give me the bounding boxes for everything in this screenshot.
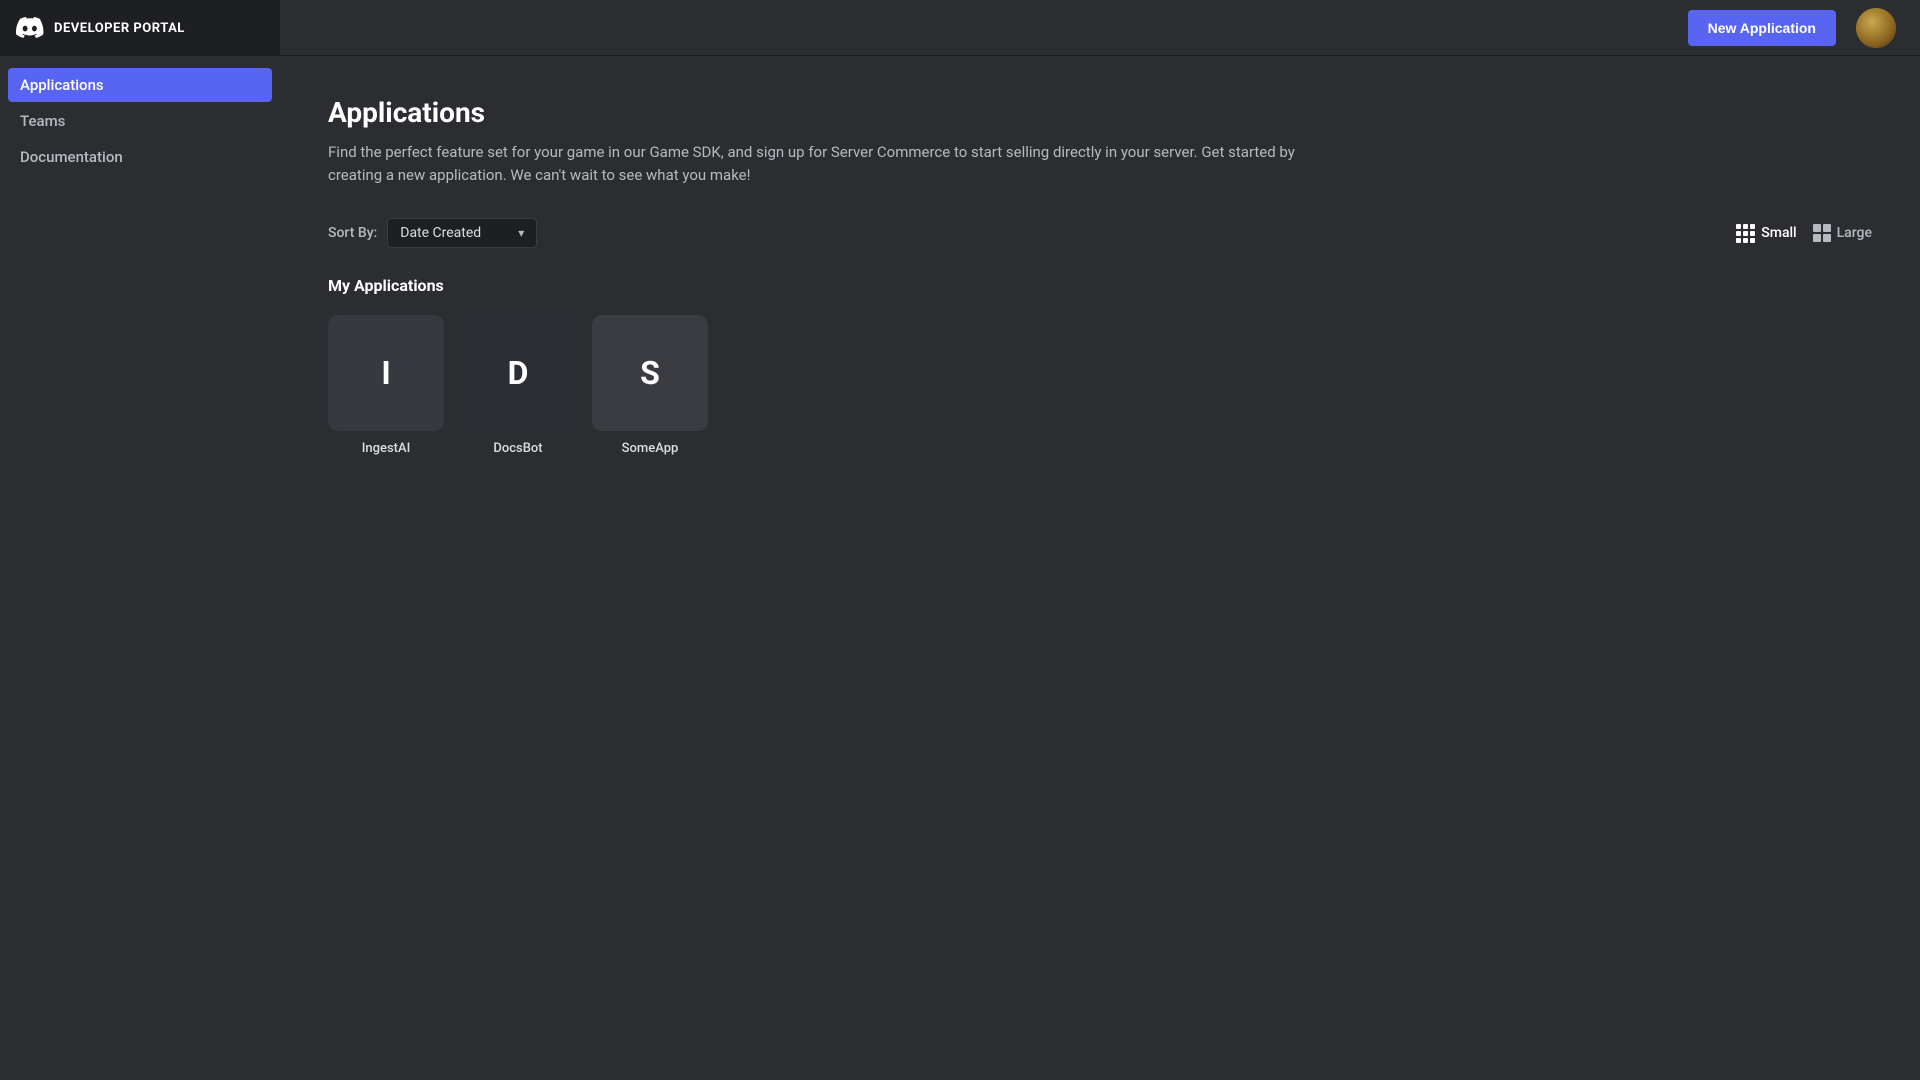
main-content: New Application Applications Find the pe… [280, 0, 1920, 1080]
section-title: My Applications [328, 276, 1872, 295]
sort-section: Sort By: Date Created ▾ [328, 218, 537, 248]
page-description: Find the perfect feature set for your ga… [328, 141, 1328, 186]
app-card-someapp[interactable]: S SomeApp [592, 315, 708, 456]
view-large-label: Large [1837, 225, 1872, 241]
new-application-button[interactable]: New Application [1688, 10, 1836, 46]
sidebar-logo-title: DEVELOPER PORTAL [54, 21, 185, 36]
content-area: Applications Find the perfect feature se… [280, 56, 1920, 1080]
topbar: New Application [280, 0, 1920, 56]
avatar-image [1856, 8, 1896, 48]
grid-small-icon [1736, 224, 1755, 243]
view-small-option[interactable]: Small [1736, 224, 1796, 243]
page-title: Applications [328, 96, 1872, 129]
app-name-ingestai: IngestAI [362, 441, 411, 456]
sidebar-item-applications[interactable]: Applications [8, 68, 272, 102]
app-icon-docsbot: D [460, 315, 576, 431]
user-avatar[interactable] [1856, 8, 1896, 48]
sidebar-item-documentation[interactable]: Documentation [8, 140, 272, 174]
app-card-docsbot[interactable]: D DocsBot [460, 315, 576, 456]
app-name-docsbot: DocsBot [493, 441, 542, 456]
app-icon-ingestai: I [328, 315, 444, 431]
grid-large-icon [1813, 224, 1831, 242]
app-grid: I IngestAI D DocsBot S SomeApp [328, 315, 1872, 456]
sort-label: Sort By: [328, 225, 377, 241]
chevron-down-icon: ▾ [518, 226, 524, 240]
discord-logo-icon [16, 14, 44, 42]
sort-value: Date Created [400, 225, 481, 241]
view-large-option[interactable]: Large [1813, 224, 1872, 242]
view-toggle: Small Large [1736, 224, 1872, 243]
view-small-label: Small [1761, 225, 1796, 241]
app-card-ingestai[interactable]: I IngestAI [328, 315, 444, 456]
sidebar-item-teams[interactable]: Teams [8, 104, 272, 138]
sort-dropdown[interactable]: Date Created ▾ [387, 218, 537, 248]
app-name-someapp: SomeApp [622, 441, 679, 456]
sidebar-header: DEVELOPER PORTAL [0, 0, 280, 56]
controls-row: Sort By: Date Created ▾ Small [328, 218, 1872, 248]
sidebar-nav: Applications Teams Documentation [0, 56, 280, 186]
sidebar: DEVELOPER PORTAL Applications Teams Docu… [0, 0, 280, 1080]
app-icon-someapp: S [592, 315, 708, 431]
